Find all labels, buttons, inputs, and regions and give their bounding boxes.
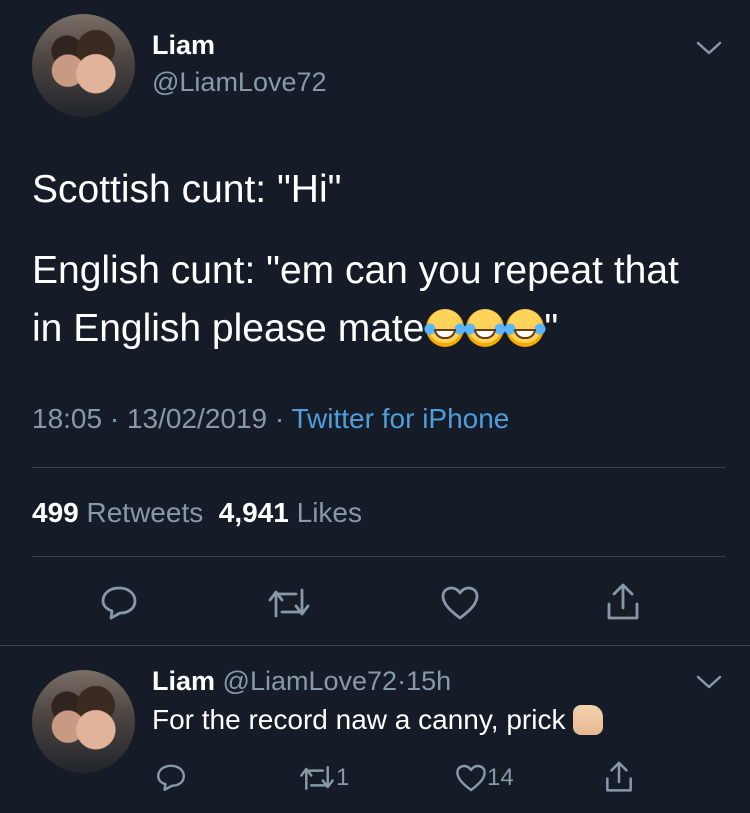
- divider: [32, 467, 726, 468]
- chevron-down-icon[interactable]: [694, 38, 724, 58]
- tweet-text-line-2: English cunt: "em can you repeat that: [32, 249, 679, 292]
- retweets-stat[interactable]: 499 Retweets: [32, 497, 203, 528]
- thumbs-up-emoji-icon: [573, 705, 604, 735]
- tweet-stats: 499 Retweets 4,941 Likes: [32, 497, 362, 529]
- reply-author-name[interactable]: Liam: [152, 666, 215, 696]
- separator-dot: ·: [109, 403, 120, 434]
- reply-chevron-down-icon[interactable]: [694, 672, 724, 692]
- likes-stat[interactable]: 4,941 Likes: [219, 497, 362, 528]
- likes-count: 4,941: [218, 497, 289, 528]
- tweet-time: 18:05: [32, 403, 103, 434]
- separator-dot: ·: [274, 403, 285, 434]
- share-icon[interactable]: [605, 582, 641, 622]
- retweets-label: Retweets: [86, 497, 204, 528]
- reply-retweet-count: 1: [336, 764, 350, 791]
- divider: [0, 645, 750, 646]
- reply-reply-icon[interactable]: [155, 762, 187, 792]
- tweet-text-line-3: in English please mate ": [32, 307, 558, 351]
- separator-dot: ·: [397, 666, 407, 696]
- reply-text: For the record naw a canny, prick: [152, 704, 604, 736]
- reply-retweet-icon: [298, 764, 336, 792]
- reply-retweet-action[interactable]: 1: [298, 764, 349, 792]
- avatar[interactable]: [32, 14, 135, 117]
- retweet-icon[interactable]: [266, 586, 312, 620]
- likes-label: Likes: [296, 497, 363, 528]
- like-icon[interactable]: [440, 585, 480, 621]
- tears-of-joy-emoji-icon: [502, 309, 549, 347]
- reply-like-count: 14: [487, 764, 514, 791]
- divider: [32, 556, 726, 557]
- tears-of-joy-emoji-icon: [422, 309, 469, 347]
- reply-like-action[interactable]: 14: [455, 763, 514, 793]
- reply-header: Liam @LiamLove72·15h: [152, 666, 451, 697]
- tweet-text-line-3-text: in English please mate: [32, 307, 425, 350]
- reply-text-content: For the record naw a canny, prick: [152, 704, 566, 735]
- tweet-date: 13/02/2019: [126, 403, 268, 434]
- tweet-source-link[interactable]: Twitter for iPhone: [292, 403, 510, 434]
- retweets-count: 499: [32, 497, 79, 528]
- tears-of-joy-emoji-icon: [462, 309, 509, 347]
- tweet-text-line-1: Scottish cunt: "Hi": [32, 168, 342, 211]
- reply-avatar[interactable]: [32, 670, 135, 773]
- reply-time[interactable]: 15h: [406, 666, 451, 696]
- reply-icon[interactable]: [99, 584, 139, 620]
- tweet-author-name[interactable]: Liam: [152, 30, 215, 61]
- tweet-meta: 18:05 · 13/02/2019 · Twitter for iPhone: [32, 403, 509, 435]
- reply-share-icon[interactable]: [604, 760, 634, 794]
- reply-like-icon: [455, 763, 487, 793]
- reply-author-handle[interactable]: @LiamLove72: [223, 666, 398, 696]
- tweet-author-handle[interactable]: @LiamLove72: [152, 67, 327, 98]
